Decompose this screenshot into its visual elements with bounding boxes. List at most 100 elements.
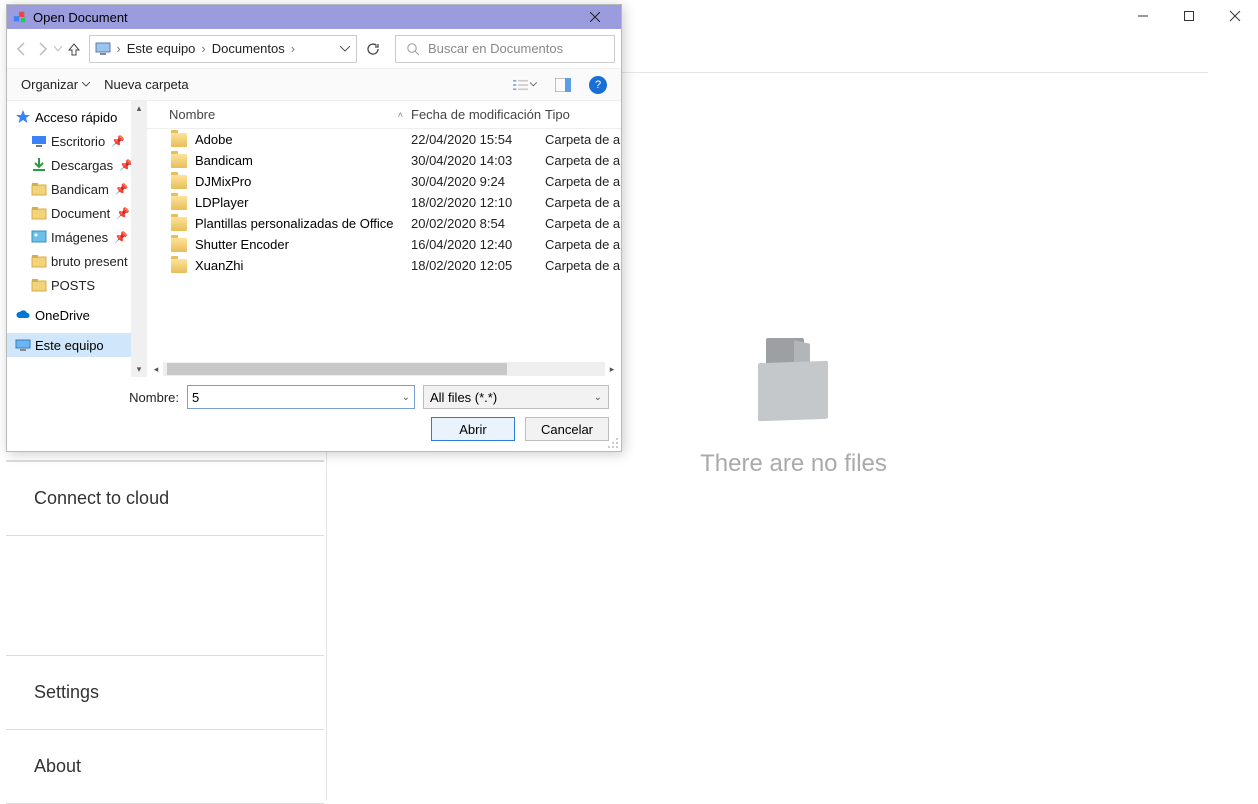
- tree-item[interactable]: Bandicam 📌: [7, 177, 146, 201]
- open-button[interactable]: Abrir: [431, 417, 515, 441]
- tree-item-label: Escritorio: [51, 134, 105, 149]
- tree-scrollbar[interactable]: ▴ ▾: [131, 101, 147, 377]
- view-mode-button[interactable]: [513, 75, 537, 95]
- scroll-left-icon[interactable]: ◂: [149, 364, 163, 375]
- refresh-button[interactable]: [363, 35, 383, 63]
- file-date: 18/02/2020 12:05: [411, 258, 545, 273]
- tree-quick-access[interactable]: Acceso rápido: [7, 105, 146, 129]
- pin-icon: 📌: [111, 135, 125, 148]
- app-icon: [13, 10, 27, 24]
- empty-folder-icon: [758, 338, 830, 426]
- scroll-down-icon[interactable]: ▾: [137, 364, 142, 375]
- file-row[interactable]: Shutter Encoder16/04/2020 12:40Carpeta d…: [147, 234, 621, 255]
- tree-item-label: Bandicam: [51, 182, 109, 197]
- pin-icon: 📌: [115, 183, 129, 196]
- file-name: LDPlayer: [195, 195, 248, 210]
- file-type: Carpeta de a: [545, 174, 621, 189]
- tree-label: Este equipo: [35, 338, 104, 353]
- about-button[interactable]: About: [6, 729, 324, 804]
- pin-icon: 📌: [114, 231, 128, 244]
- tree-item-label: Imágenes: [51, 230, 108, 245]
- tree-item[interactable]: Document 📌: [7, 201, 146, 225]
- maximize-button[interactable]: [1166, 0, 1212, 32]
- scroll-right-icon[interactable]: ▸: [605, 364, 619, 375]
- filename-input[interactable]: [192, 390, 402, 405]
- search-box[interactable]: [395, 35, 615, 63]
- breadcrumb-dropdown[interactable]: [338, 46, 352, 52]
- tree-item[interactable]: Descargas📌: [7, 153, 146, 177]
- tree-item[interactable]: bruto present: [7, 249, 146, 273]
- file-date: 20/02/2020 8:54: [411, 216, 545, 231]
- scrollbar-thumb[interactable]: [167, 363, 507, 375]
- organize-menu[interactable]: Organizar: [21, 77, 90, 92]
- tree-item-icon: [31, 205, 47, 221]
- nav-forward-button[interactable]: [33, 36, 51, 62]
- settings-button[interactable]: Settings: [6, 655, 324, 729]
- tree-item[interactable]: Imágenes 📌: [7, 225, 146, 249]
- computer-icon: [94, 40, 112, 58]
- new-folder-button[interactable]: Nueva carpeta: [104, 77, 189, 92]
- scroll-up-icon[interactable]: ▴: [137, 103, 142, 114]
- tree-onedrive[interactable]: OneDrive: [7, 303, 146, 327]
- tree-label: Acceso rápido: [35, 110, 117, 125]
- help-button[interactable]: ?: [589, 76, 607, 94]
- file-type: Carpeta de a: [545, 216, 621, 231]
- no-files-message: There are no files: [700, 450, 887, 478]
- column-name[interactable]: Nombre: [169, 107, 215, 122]
- file-row[interactable]: LDPlayer18/02/2020 12:10Carpeta de a: [147, 192, 621, 213]
- connect-to-cloud-button[interactable]: Connect to cloud: [6, 461, 324, 535]
- tree-item-icon: [31, 277, 47, 293]
- chevron-right-icon: ›: [199, 41, 207, 56]
- file-date: 18/02/2020 12:10: [411, 195, 545, 210]
- tree-item-label: Document: [51, 206, 110, 221]
- cancel-button[interactable]: Cancelar: [525, 417, 609, 441]
- file-type-filter[interactable]: All files (*.*) ⌄: [423, 385, 609, 409]
- nav-up-button[interactable]: [65, 36, 83, 62]
- file-row[interactable]: Plantillas personalizadas de Office20/02…: [147, 213, 621, 234]
- minimize-button[interactable]: [1120, 0, 1166, 32]
- folder-icon: [171, 259, 187, 273]
- breadcrumb-root[interactable]: Este equipo: [125, 41, 198, 56]
- breadcrumb[interactable]: › Este equipo › Documentos ›: [89, 35, 357, 63]
- tree-item-label: bruto present: [51, 254, 128, 269]
- file-name: Shutter Encoder: [195, 237, 289, 252]
- file-name: Adobe: [195, 132, 233, 147]
- tree-item-icon: [31, 253, 47, 269]
- file-row[interactable]: Adobe22/04/2020 15:54Carpeta de a: [147, 129, 621, 150]
- file-type: Carpeta de a: [545, 258, 621, 273]
- file-row[interactable]: DJMixPro30/04/2020 9:24Carpeta de a: [147, 171, 621, 192]
- pin-icon: 📌: [116, 207, 130, 220]
- chevron-right-icon: ›: [114, 41, 122, 56]
- breadcrumb-current[interactable]: Documentos: [210, 41, 287, 56]
- search-input[interactable]: [428, 41, 604, 56]
- folder-icon: [171, 154, 187, 168]
- filename-history-dropdown[interactable]: ⌄: [402, 392, 410, 403]
- dialog-titlebar[interactable]: Open Document: [7, 5, 621, 29]
- nav-tree: Acceso rápido Escritorio📌Descargas📌Bandi…: [7, 101, 147, 377]
- filter-label: All files (*.*): [430, 390, 497, 405]
- tree-item[interactable]: POSTS: [7, 273, 146, 297]
- tree-this-pc[interactable]: Este equipo: [7, 333, 146, 357]
- file-row[interactable]: Bandicam30/04/2020 14:03Carpeta de a: [147, 150, 621, 171]
- tree-item-icon: [31, 133, 47, 149]
- chevron-right-icon: ›: [289, 41, 297, 56]
- nav-back-button[interactable]: [13, 36, 31, 62]
- resize-grip[interactable]: [607, 437, 619, 449]
- file-date: 16/04/2020 12:40: [411, 237, 545, 252]
- file-list-header[interactable]: Nombre ˄ Fecha de modificación Tipo: [147, 101, 621, 129]
- tree-label: OneDrive: [35, 308, 90, 323]
- file-row[interactable]: XuanZhi18/02/2020 12:05Carpeta de a: [147, 255, 621, 276]
- folder-icon: [171, 238, 187, 252]
- tree-item[interactable]: Escritorio 📌: [7, 129, 146, 153]
- filename-field[interactable]: ⌄: [187, 385, 415, 409]
- preview-pane-button[interactable]: [551, 75, 575, 95]
- folder-icon: [171, 196, 187, 210]
- dialog-close-button[interactable]: [575, 5, 615, 29]
- nav-recent-dropdown[interactable]: [53, 36, 63, 62]
- chevron-down-icon: [530, 82, 537, 87]
- column-date[interactable]: Fecha de modificación: [411, 107, 545, 122]
- close-button[interactable]: [1212, 0, 1258, 32]
- column-type[interactable]: Tipo: [545, 107, 621, 122]
- file-date: 30/04/2020 9:24: [411, 174, 545, 189]
- file-list-hscrollbar[interactable]: ◂ ▸: [147, 361, 621, 377]
